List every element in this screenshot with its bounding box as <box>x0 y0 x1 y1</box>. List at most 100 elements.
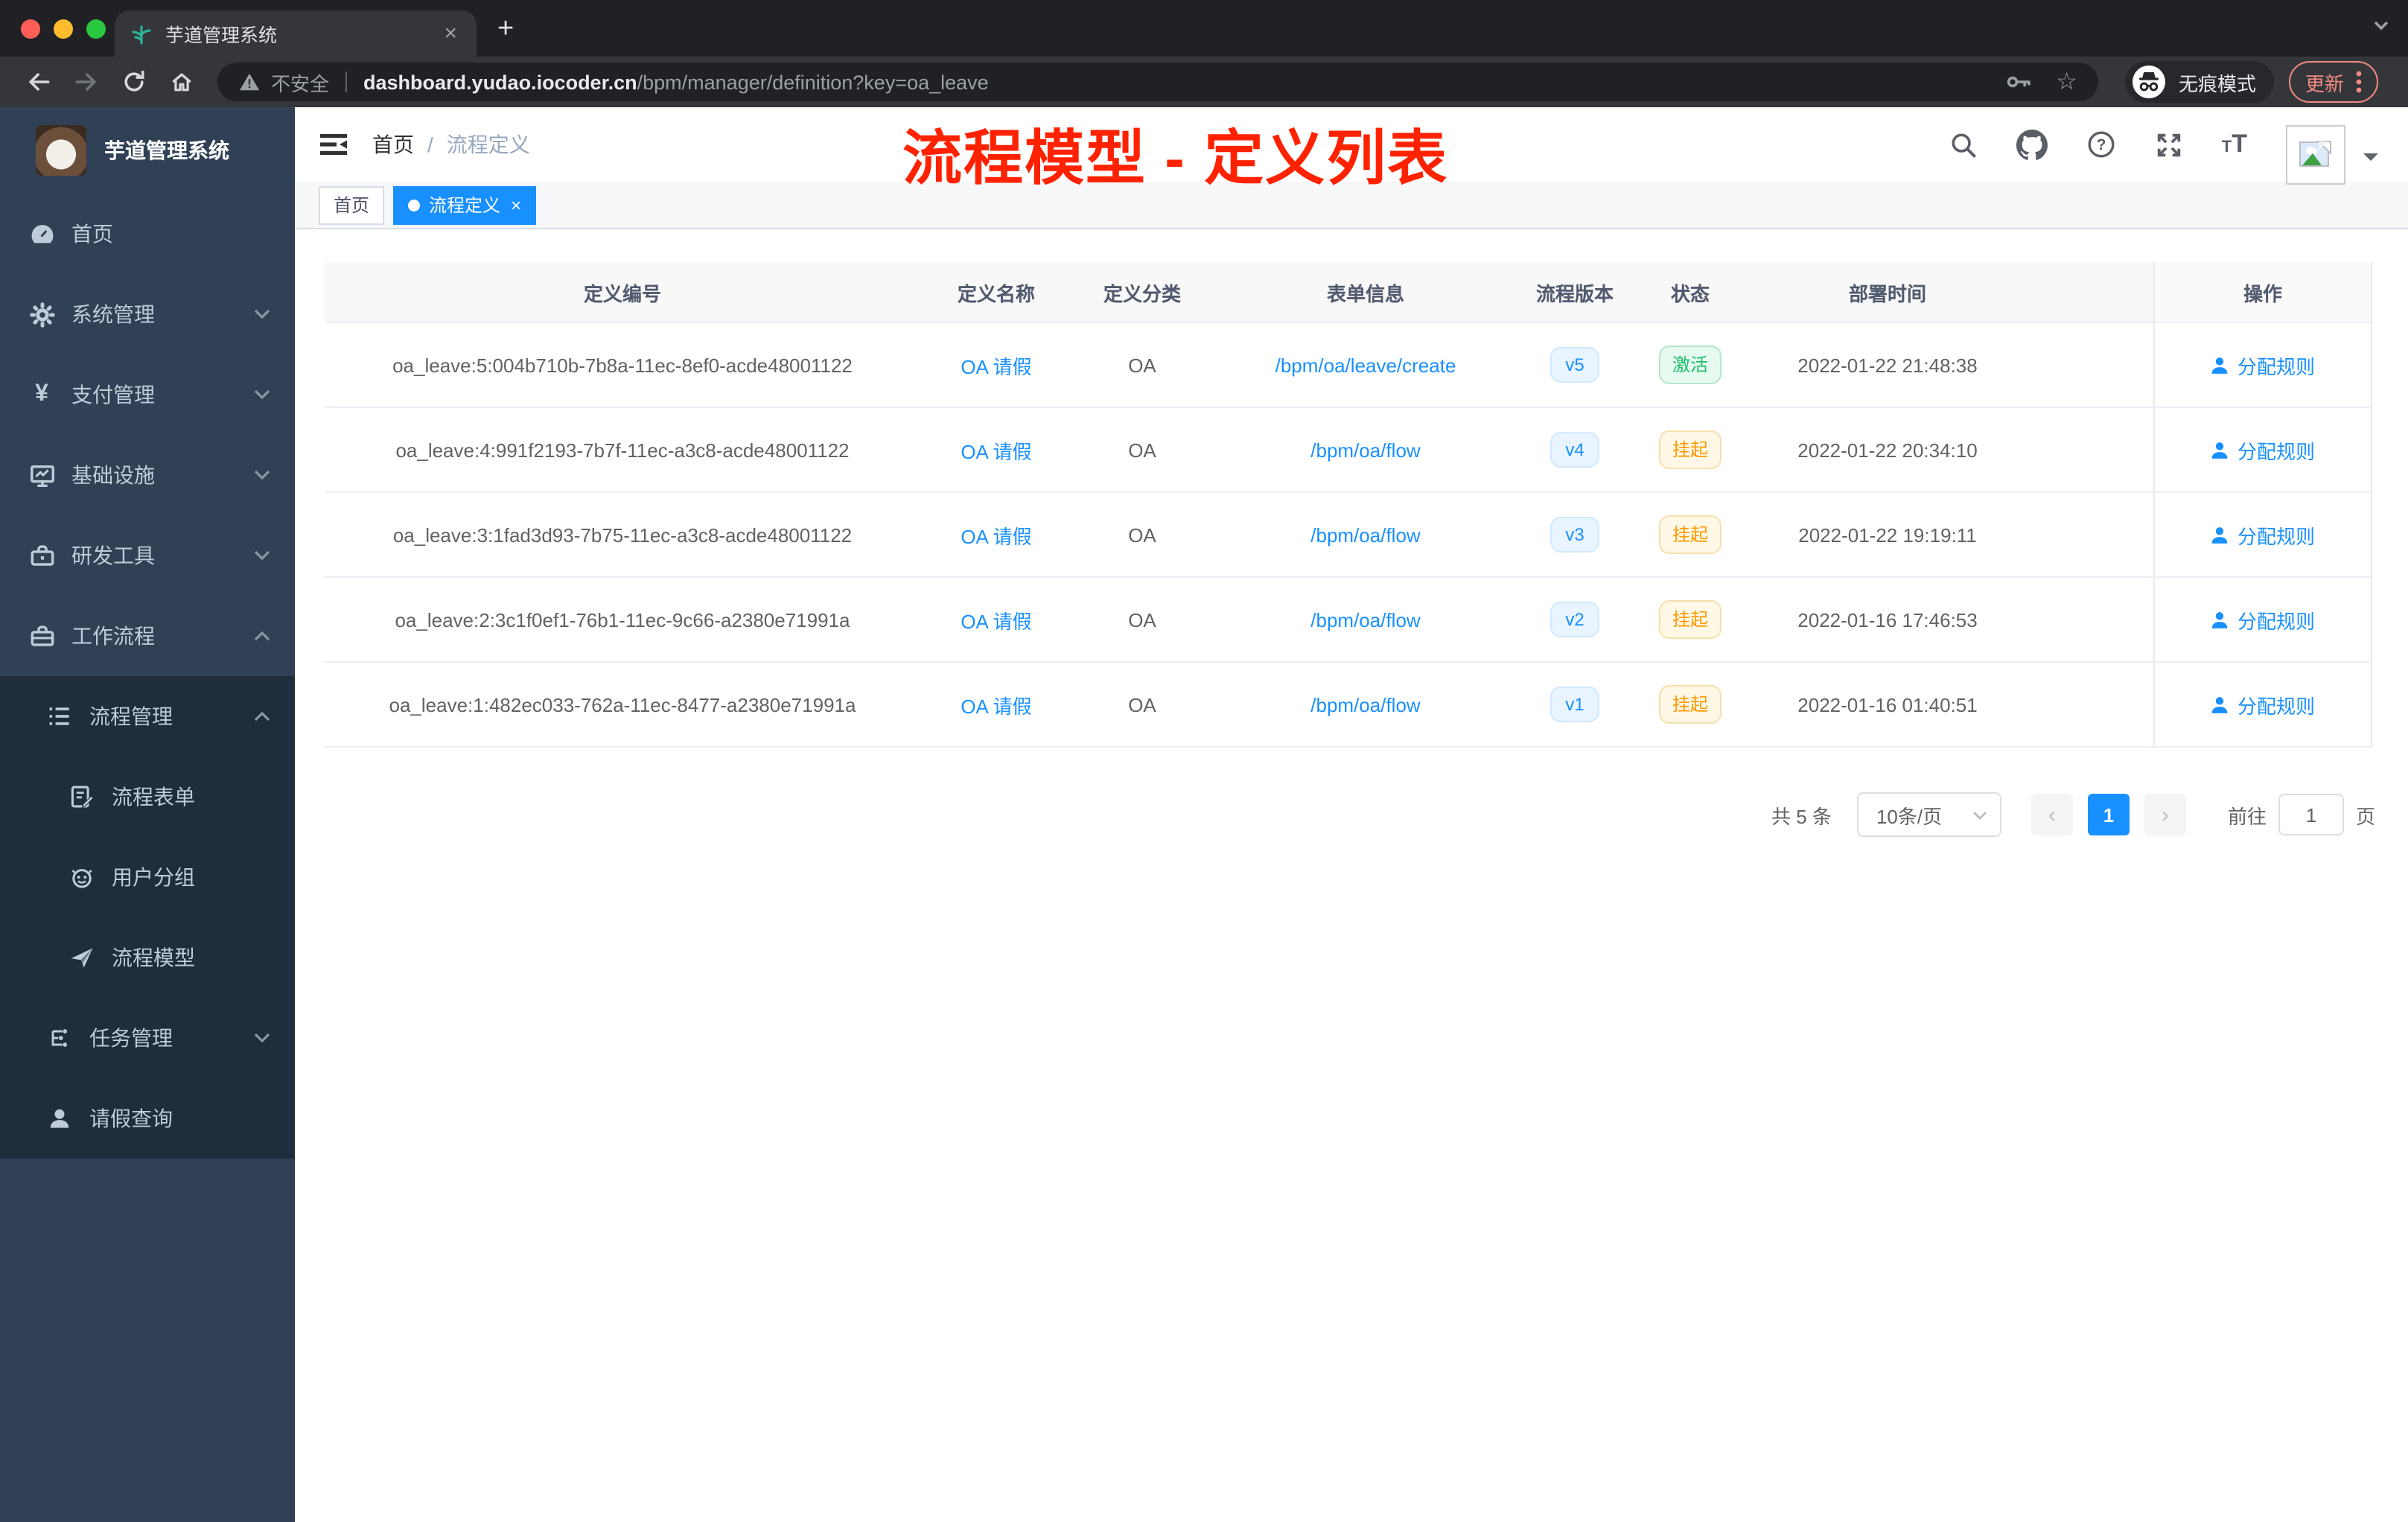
pagination-total: 共 5 条 <box>1771 805 1832 827</box>
fullscreen-icon[interactable] <box>2155 130 2183 159</box>
tab-close-icon[interactable]: × <box>439 22 462 45</box>
deploy-time: 2022-01-16 17:46:53 <box>1797 608 1978 631</box>
bookmark-star-icon[interactable]: ☆ <box>2056 67 2077 97</box>
collapse-sidebar-icon[interactable] <box>295 107 372 182</box>
sidebar-item-leave-query[interactable]: 请假查询 <box>0 1078 295 1159</box>
update-label: 更新 <box>2305 72 2344 95</box>
sidebar-item-label: 用户分组 <box>112 865 195 889</box>
version-badge: v2 <box>1550 602 1599 637</box>
forward-icon[interactable] <box>73 69 100 95</box>
github-icon[interactable] <box>2016 129 2048 160</box>
pagination: 共 5 条 10条/页 ‹ 1 › 前往 页 <box>295 792 2408 837</box>
chevron-down-icon <box>253 308 271 320</box>
help-question-icon[interactable]: ? <box>2086 130 2116 159</box>
tab-search-chevron-icon[interactable] <box>2372 19 2390 31</box>
robot-icon <box>67 864 97 891</box>
screen: 芋道管理系统 × + 不安全 dashboard.yudao.iocoder.c… <box>0 0 2408 1522</box>
avatar[interactable] <box>2286 125 2345 185</box>
back-icon[interactable] <box>25 69 52 95</box>
definition-name-link[interactable]: OA 请假 <box>961 436 1031 464</box>
form-link[interactable]: /bpm/oa/flow <box>1310 439 1420 461</box>
sidebar-item-label: 流程表单 <box>112 785 195 809</box>
definition-table: 定义编号 定义名称 定义分类 表单信息 流程版本 状态 部署时间 操作 oa_l… <box>325 262 2372 748</box>
url-bar[interactable]: 不安全 dashboard.yudao.iocoder.cn/bpm/manag… <box>217 63 2098 101</box>
sidebar-item-process-management[interactable]: 流程管理 <box>0 676 295 757</box>
definition-name-link[interactable]: OA 请假 <box>961 605 1031 634</box>
reload-icon[interactable] <box>121 69 147 95</box>
home-icon[interactable] <box>168 69 195 95</box>
sidebar-item-label: 研发工具 <box>71 544 155 567</box>
sidebar-item-dev-tools[interactable]: 研发工具 <box>0 515 295 596</box>
definition-category: OA <box>1128 439 1156 461</box>
sidebar-item-label: 流程管理 <box>89 704 173 728</box>
assign-rule-button[interactable]: 分配规则 <box>2211 605 2315 634</box>
security-label[interactable]: 不安全 <box>271 68 329 96</box>
definition-name-link[interactable]: OA 请假 <box>961 520 1031 549</box>
font-size-icon[interactable]: TT <box>2222 130 2247 159</box>
chevron-down-icon <box>253 1032 271 1044</box>
prev-page-button[interactable]: ‹ <box>2030 794 2073 835</box>
table-row: oa_leave:5:004b710b-7b8a-11ec-8ef0-acde4… <box>325 323 2372 408</box>
sidebar-item-user-group[interactable]: 用户分组 <box>0 837 295 917</box>
tag-close-icon[interactable]: × <box>511 194 521 215</box>
sidebar-item-infrastructure[interactable]: 基础设施 <box>0 435 295 515</box>
status-badge: 挂起 <box>1658 430 1721 469</box>
form-link[interactable]: /bpm/oa/flow <box>1310 608 1420 631</box>
minimize-window-button[interactable] <box>54 19 73 38</box>
sidebar-item-system[interactable]: 系统管理 <box>0 274 295 354</box>
sidebar-item-home[interactable]: 首页 <box>0 194 295 274</box>
sidebar-item-payment[interactable]: ¥ 支付管理 <box>0 354 295 435</box>
browser-menu-dots-icon[interactable] <box>2356 70 2362 94</box>
column-header: 流程版本 <box>1519 262 1631 323</box>
page-content: 定义编号 定义名称 定义分类 表单信息 流程版本 状态 部署时间 操作 oa_l… <box>295 229 2408 1522</box>
user-icon <box>2212 442 2229 458</box>
active-tag-dot <box>408 199 421 211</box>
sidebar-item-process-model[interactable]: 流程模型 <box>0 917 295 998</box>
password-key-icon[interactable] <box>2005 71 2032 92</box>
form-link[interactable]: /bpm/oa/leave/create <box>1275 354 1456 376</box>
goto-unit: 页 <box>2355 805 2375 827</box>
app-logo-row[interactable]: 芋道管理系统 <box>0 107 295 194</box>
form-link[interactable]: /bpm/oa/flow <box>1310 523 1420 546</box>
assign-rule-button[interactable]: 分配规则 <box>2211 520 2315 549</box>
version-badge: v5 <box>1550 347 1599 383</box>
page-size-select[interactable]: 10条/页 <box>1856 792 2001 837</box>
form-link[interactable]: /bpm/oa/flow <box>1310 693 1420 716</box>
incognito-icon <box>2132 66 2165 98</box>
column-header: 定义名称 <box>920 262 1072 323</box>
column-header: 部署时间 <box>1750 262 2025 323</box>
sidebar-item-label: 流程模型 <box>112 946 195 969</box>
breadcrumb-home-link[interactable]: 首页 <box>372 130 414 159</box>
tag-process-definition[interactable]: 流程定义 × <box>393 185 537 224</box>
deploy-time: 2022-01-22 20:34:10 <box>1797 439 1978 461</box>
sidebar-item-label: 任务管理 <box>89 1026 173 1050</box>
definition-category: OA <box>1128 693 1156 716</box>
search-icon[interactable] <box>1949 130 1978 159</box>
definition-name-link[interactable]: OA 请假 <box>961 690 1031 719</box>
sidebar-item-workflow[interactable]: 工作流程 <box>0 596 295 676</box>
maximize-window-button[interactable] <box>86 19 106 38</box>
goto-page-input[interactable] <box>2278 794 2344 835</box>
assign-rule-button[interactable]: 分配规则 <box>2211 351 2315 379</box>
list-tree-icon <box>45 703 74 730</box>
assign-rule-button[interactable]: 分配规则 <box>2211 690 2315 719</box>
definition-category: OA <box>1128 608 1156 631</box>
next-page-button[interactable]: › <box>2144 794 2186 835</box>
close-window-button[interactable] <box>21 19 40 38</box>
avatar-caret-down-icon[interactable] <box>2363 153 2378 168</box>
browser-tab[interactable]: 芋道管理系统 × <box>115 10 477 57</box>
yen-icon: ¥ <box>35 381 48 407</box>
sidebar-item-task-management[interactable]: 任务管理 <box>0 998 295 1078</box>
sidebar-item-process-form[interactable]: 流程表单 <box>0 757 295 837</box>
definition-name-link[interactable]: OA 请假 <box>961 351 1031 379</box>
goto-label: 前往 <box>2227 805 2267 827</box>
update-browser-button[interactable]: 更新 <box>2288 61 2378 103</box>
page-1-button[interactable]: 1 <box>2087 794 2130 835</box>
assign-rule-button[interactable]: 分配规则 <box>2211 436 2315 464</box>
paper-plane-icon <box>67 944 97 971</box>
sidebar-item-label: 系统管理 <box>71 302 155 326</box>
incognito-badge[interactable]: 无痕模式 <box>2124 61 2274 103</box>
table-header-row: 定义编号 定义名称 定义分类 表单信息 流程版本 状态 部署时间 操作 <box>325 262 2372 323</box>
tag-home[interactable]: 首页 <box>319 185 385 224</box>
new-tab-button[interactable]: + <box>497 15 514 43</box>
